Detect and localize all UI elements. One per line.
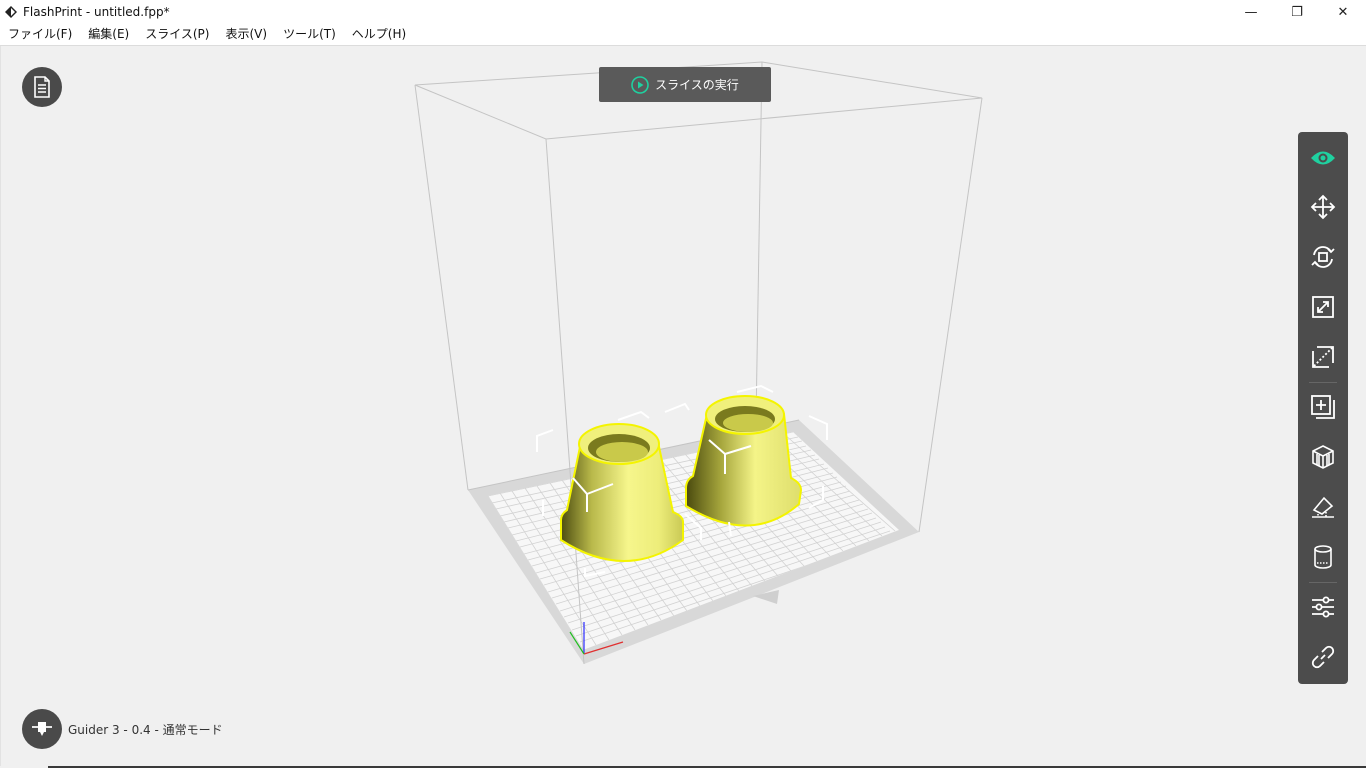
menu-help[interactable]: ヘルプ(H): [344, 24, 414, 45]
view-icon: [1311, 151, 1335, 165]
supports-icon: [1312, 445, 1334, 469]
tool-rotate[interactable]: [1298, 235, 1348, 279]
settings-sliders-icon: [1312, 596, 1334, 618]
menu-tools[interactable]: ツール(T): [275, 24, 344, 45]
scale-icon: [1312, 296, 1334, 318]
toolbar-separator: [1309, 382, 1337, 383]
window-controls: — ❐ ✕: [1228, 0, 1366, 24]
start-slicing-label: スライスの実行: [655, 78, 739, 92]
model-cone-right[interactable]: [685, 395, 803, 527]
menu-bar: ファイル(F) 編集(E) スライス(P) 表示(V) ツール(T) ヘルプ(H…: [0, 24, 1366, 46]
tool-link[interactable]: [1298, 635, 1348, 679]
rotate-icon: [1311, 246, 1335, 268]
build-volume-scene[interactable]: [1, 46, 1366, 766]
cut-icon: [1312, 346, 1334, 368]
printer-nozzle-icon: [32, 722, 52, 736]
menu-view[interactable]: 表示(V): [217, 24, 275, 45]
menu-slice[interactable]: スライス(P): [137, 24, 217, 45]
machine-type-button[interactable]: [22, 709, 62, 749]
menu-file[interactable]: ファイル(F): [0, 24, 80, 45]
toolbar-separator: [1309, 582, 1337, 583]
maximize-button[interactable]: ❐: [1274, 0, 1320, 24]
raft-icon: [1314, 545, 1332, 569]
machine-status-label: Guider 3 - 0.4 - 通常モード: [68, 723, 223, 737]
document-icon: [34, 76, 50, 98]
menu-edit[interactable]: 編集(E): [80, 24, 137, 45]
tool-settings[interactable]: [1298, 585, 1348, 629]
flashprint-app-icon: [5, 6, 17, 18]
tool-add-copy[interactable]: [1298, 385, 1348, 429]
start-slicing-button[interactable]: スライスの実行: [599, 67, 771, 102]
move-icon: [1310, 194, 1336, 220]
document-info-button[interactable]: [22, 67, 62, 107]
tool-supports[interactable]: [1298, 435, 1348, 479]
minimize-button[interactable]: —: [1228, 0, 1274, 24]
close-button[interactable]: ✕: [1320, 0, 1366, 24]
play-circle-icon: [631, 75, 649, 94]
window-title: FlashPrint - untitled.fpp*: [23, 5, 170, 19]
add-copy-icon: [1311, 395, 1335, 419]
tool-move[interactable]: [1298, 185, 1348, 229]
lay-flat-icon: [1312, 496, 1334, 518]
link-icon: [1311, 645, 1335, 669]
3d-viewport[interactable]: スライスの実行 Guider 3 - 0.4 - 通常モード: [0, 46, 1366, 766]
tool-raft[interactable]: [1298, 535, 1348, 579]
tool-lay-flat[interactable]: [1298, 485, 1348, 529]
tool-cut[interactable]: [1298, 335, 1348, 379]
right-toolbar: [1298, 132, 1348, 684]
model-cone-left[interactable]: [560, 423, 684, 562]
tool-view[interactable]: [1298, 136, 1348, 180]
title-bar: FlashPrint - untitled.fpp* — ❐ ✕: [0, 0, 1366, 24]
tool-scale[interactable]: [1298, 285, 1348, 329]
